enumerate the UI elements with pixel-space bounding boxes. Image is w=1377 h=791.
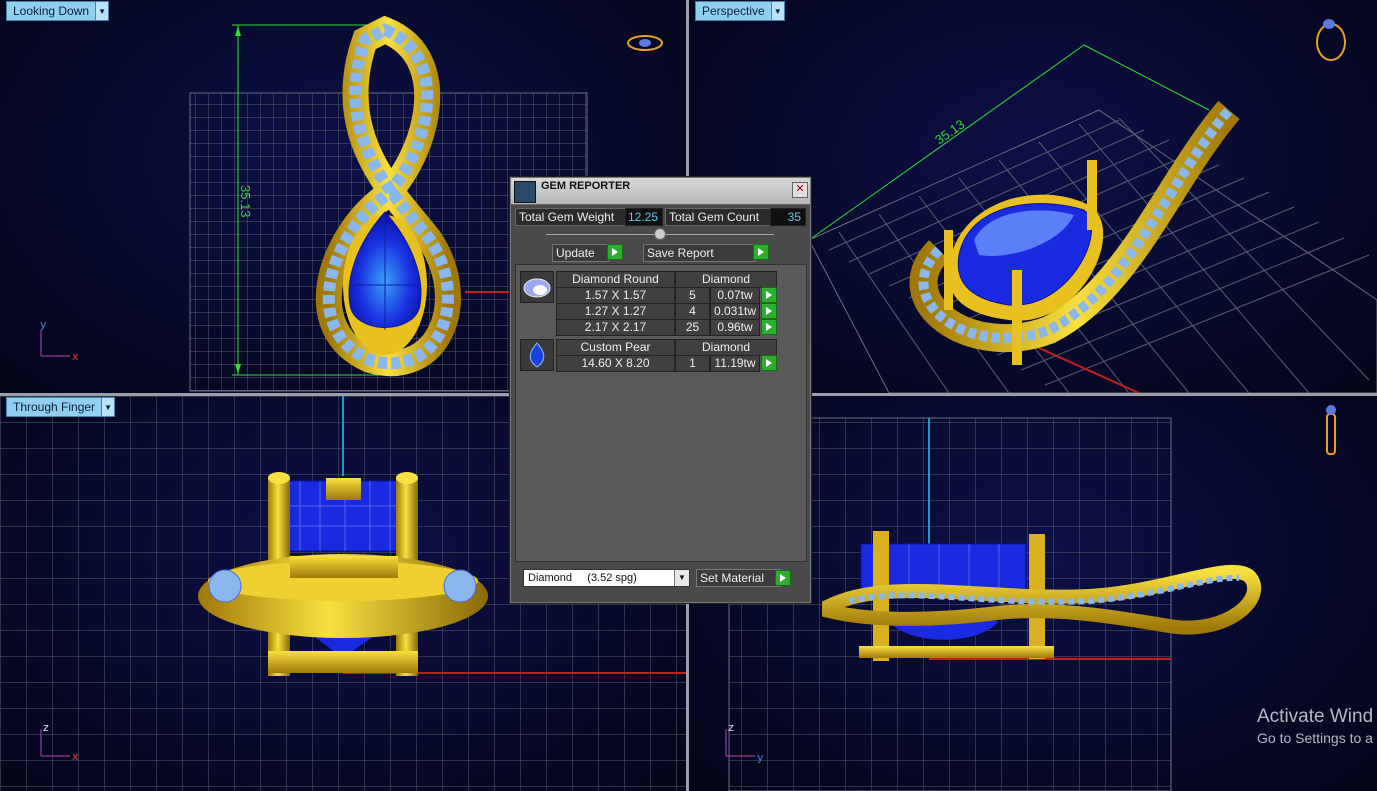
activation-watermark: Activate Wind Go to Settings to a (1257, 706, 1373, 746)
axis-x-label: x (72, 750, 79, 763)
axis-x-label: x (72, 350, 79, 363)
gem-reporter-title: GEM REPORTER (541, 180, 631, 192)
save-report-run-icon[interactable] (753, 244, 769, 260)
gem-count: 1 (675, 355, 710, 372)
gem-count: 5 (675, 287, 710, 304)
gem-reporter-icon (514, 181, 536, 203)
view-label: Looking Down (13, 4, 90, 18)
gem-group-material: Diamond (675, 339, 777, 356)
chevron-down-icon[interactable]: ▼ (95, 2, 109, 20)
dimension-label: 35.13 (932, 117, 967, 148)
gem-count: 4 (675, 303, 710, 320)
gem-weight: 0.031tw (710, 303, 760, 320)
pear-gem-icon (520, 339, 554, 371)
view-label: Perspective (702, 4, 765, 18)
set-material-button[interactable]: Set Material (696, 569, 781, 587)
view-label: Through Finger (13, 400, 96, 414)
row-select-icon[interactable] (761, 287, 777, 303)
collapse-handle[interactable] (654, 228, 666, 240)
row-select-icon[interactable] (761, 319, 777, 335)
view-selector[interactable]: Looking Down ▼ (6, 1, 110, 21)
save-report-button[interactable]: Save Report (643, 244, 756, 262)
gem-group-name: Diamond Round (556, 271, 675, 288)
view-selector[interactable]: Perspective ▼ (695, 1, 785, 21)
gem-size: 2.17 X 2.17 (556, 319, 675, 336)
gem-weight: 0.07tw (710, 287, 760, 304)
gem-reporter-panel: GEM REPORTER ✕ Total Gem Weight 12.25 To… (510, 177, 811, 603)
chevron-down-icon[interactable]: ▼ (674, 570, 689, 586)
watermark-line2: Go to Settings to a (1257, 730, 1373, 746)
axis-y-label: y (40, 318, 47, 331)
gem-list[interactable]: Diamond Round Diamond 1.57 X 1.57 5 0.07… (515, 264, 807, 562)
axis-y-label: y (757, 751, 764, 764)
gem-size: 1.57 X 1.57 (556, 287, 675, 304)
gem-size: 1.27 X 1.27 (556, 303, 675, 320)
chevron-down-icon[interactable]: ▼ (770, 2, 784, 20)
view-selector[interactable]: Through Finger ▼ (6, 397, 116, 417)
dimension-label: 35.13 (238, 185, 253, 218)
axis-z-label: z (728, 721, 734, 734)
gem-reporter-titlebar[interactable]: GEM REPORTER ✕ (511, 178, 810, 205)
gem-count: 25 (675, 319, 710, 336)
gem-group-material: Diamond (675, 271, 777, 288)
material-select[interactable]: Diamond (3.52 spg) ▼ (523, 569, 690, 587)
material-select-value: Diamond (3.52 spg) (528, 572, 637, 584)
update-run-icon[interactable] (607, 244, 623, 260)
chevron-down-icon[interactable]: ▼ (101, 398, 115, 416)
total-gem-weight-label: Total Gem Weight (515, 208, 627, 226)
close-button[interactable]: ✕ (792, 182, 808, 198)
row-select-icon[interactable] (761, 303, 777, 319)
gem-weight: 0.96tw (710, 319, 760, 336)
gem-group-name: Custom Pear (556, 339, 675, 356)
total-gem-count-label: Total Gem Count (665, 208, 773, 226)
set-material-run-icon[interactable] (775, 570, 791, 586)
axis-z-label: z (43, 721, 49, 734)
gem-weight: 11.19tw (710, 355, 760, 372)
row-select-icon[interactable] (761, 355, 777, 371)
update-button[interactable]: Update (552, 244, 609, 262)
gem-size: 14.60 X 8.20 (556, 355, 675, 372)
total-gem-count-value: 35 (770, 208, 806, 226)
round-diamond-icon (520, 271, 554, 303)
total-gem-weight-value: 12.25 (625, 208, 663, 226)
watermark-line1: Activate Wind (1257, 706, 1374, 727)
